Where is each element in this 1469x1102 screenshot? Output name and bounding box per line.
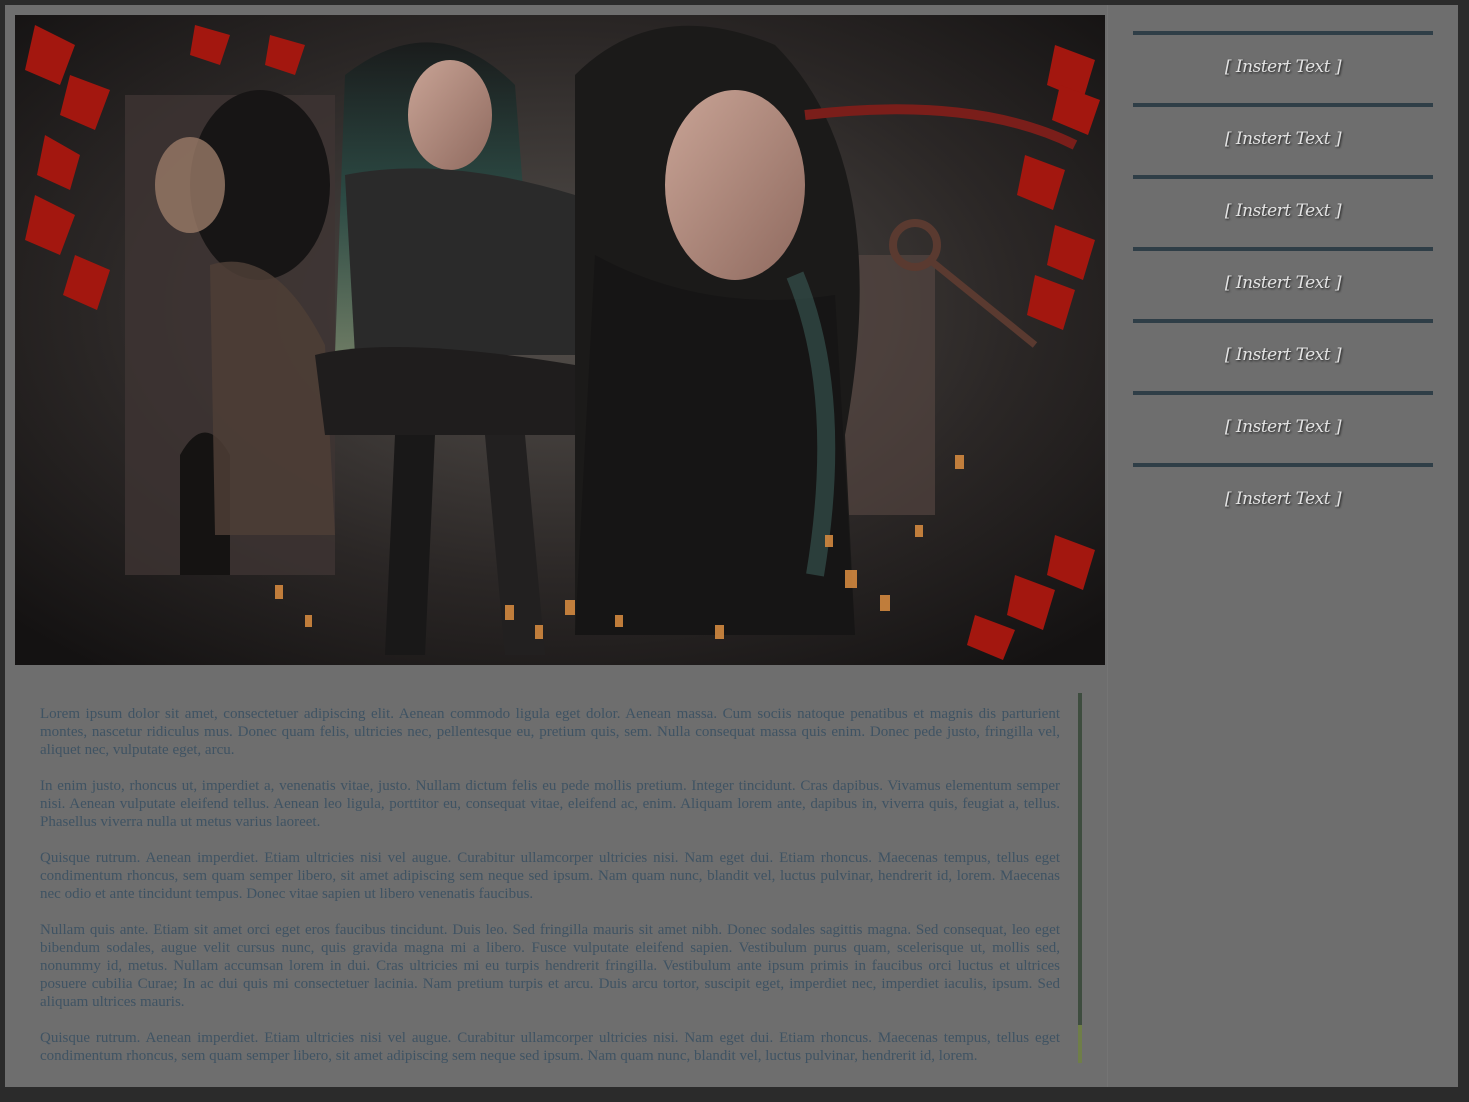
sidebar-item-label: [ Instert Text ] — [1224, 489, 1342, 509]
sidebar-item-label: [ Instert Text ] — [1224, 345, 1342, 365]
scrollbar-track[interactable] — [1078, 693, 1082, 1063]
content-paragraph: In enim justo, rhoncus ut, imperdiet a, … — [40, 778, 1060, 830]
scrollbar-thumb[interactable] — [1078, 693, 1082, 1025]
sidebar-item-label: [ Instert Text ] — [1224, 273, 1342, 293]
content-paragraph: Lorem ipsum dolor sit amet, consectetuer… — [40, 706, 1060, 758]
sidebar-item-1[interactable]: [ Instert Text ] — [1133, 31, 1433, 103]
sidebar-item-2[interactable]: [ Instert Text ] — [1133, 103, 1433, 175]
content-scroll-area[interactable]: Lorem ipsum dolor sit amet, consectetuer… — [40, 705, 1060, 1063]
sidebar-item-label: [ Instert Text ] — [1224, 57, 1342, 77]
sidebar-item-label: [ Instert Text ] — [1224, 201, 1342, 221]
header-artwork-image — [15, 15, 1105, 665]
sidebar-item-4[interactable]: [ Instert Text ] — [1133, 247, 1433, 319]
sidebar-nav: [ Instert Text ] [ Instert Text ] [ Inst… — [1133, 31, 1433, 535]
main-column: Lorem ipsum dolor sit amet, consectetuer… — [5, 5, 1108, 1087]
sidebar-item-3[interactable]: [ Instert Text ] — [1133, 175, 1433, 247]
content-paragraph: Quisque rutrum. Aenean imperdiet. Etiam … — [40, 1030, 1060, 1063]
sidebar-item-6[interactable]: [ Instert Text ] — [1133, 391, 1433, 463]
sidebar-item-label: [ Instert Text ] — [1224, 129, 1342, 149]
sidebar-item-7[interactable]: [ Instert Text ] — [1133, 463, 1433, 535]
content-paragraph: Nullam quis ante. Etiam sit amet orci eg… — [40, 922, 1060, 1010]
sidebar-item-label: [ Instert Text ] — [1224, 417, 1342, 437]
layout-frame: Lorem ipsum dolor sit amet, consectetuer… — [5, 5, 1458, 1087]
content-paragraph: Quisque rutrum. Aenean imperdiet. Etiam … — [40, 850, 1060, 902]
header-artwork — [15, 15, 1105, 665]
sidebar-item-5[interactable]: [ Instert Text ] — [1133, 319, 1433, 391]
